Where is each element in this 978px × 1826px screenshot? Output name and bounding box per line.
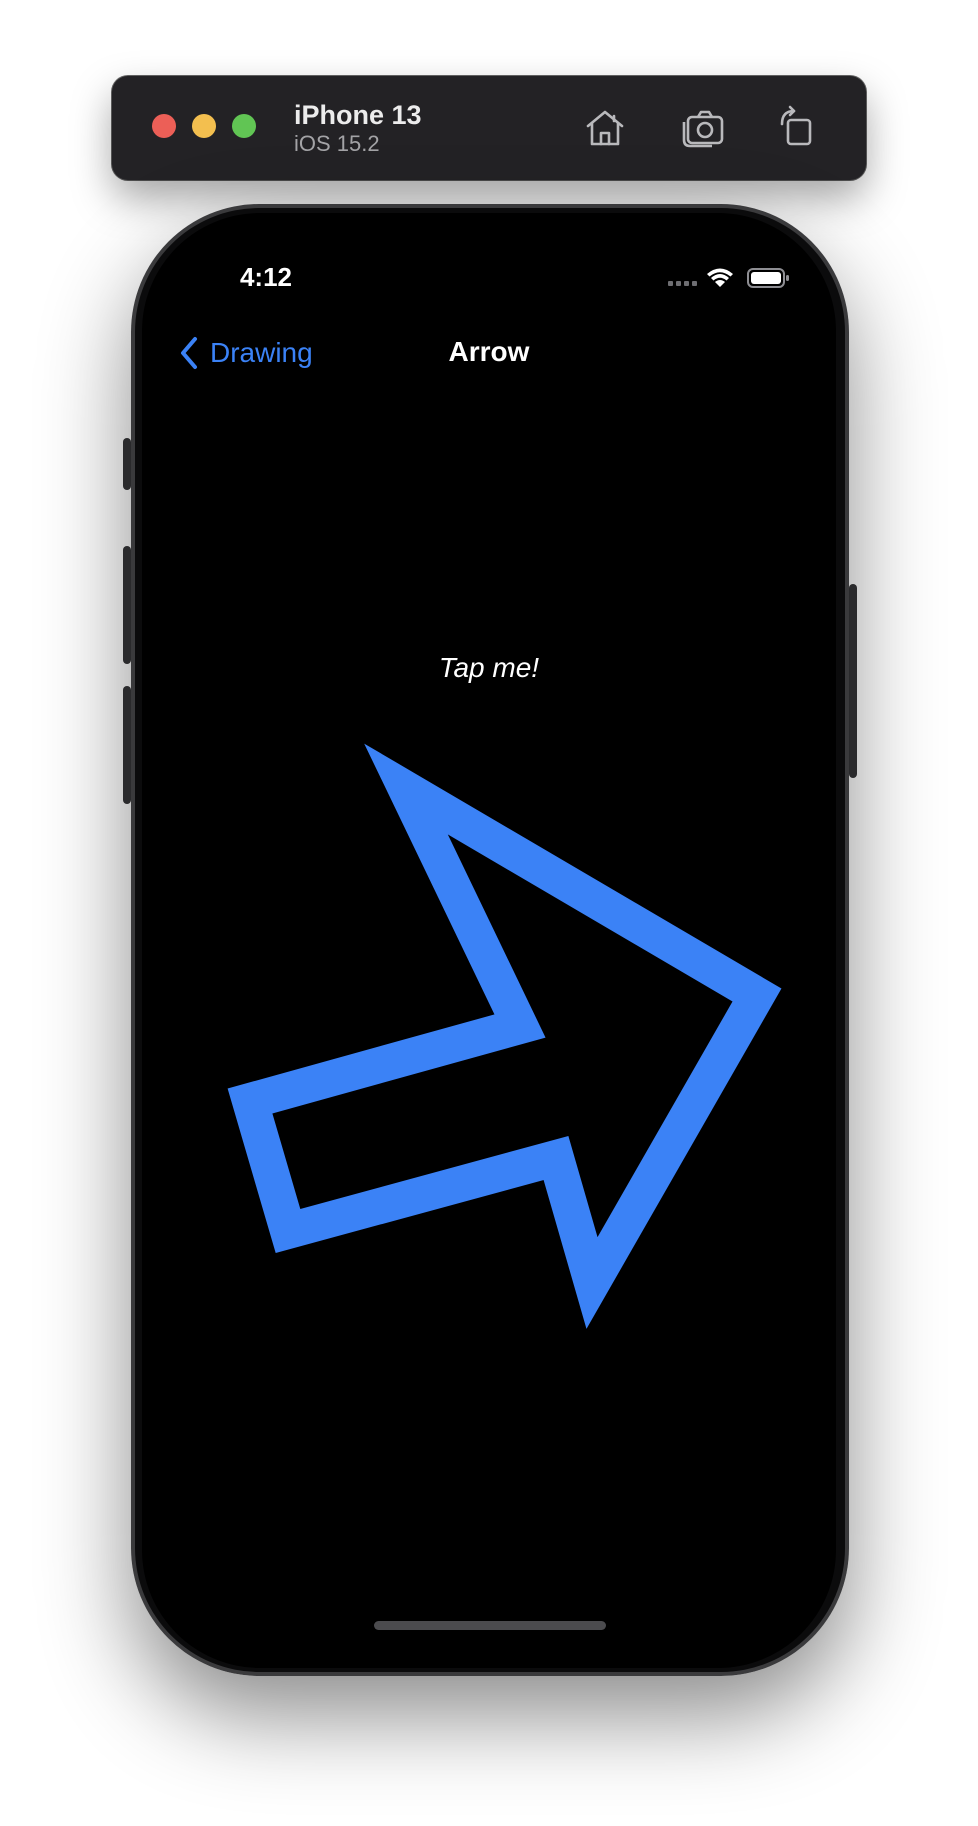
power-button [849,584,857,778]
arrow-outline[interactable] [227,743,782,1329]
device-name: iPhone 13 [294,100,422,130]
volume-down-button [123,686,131,804]
screenshot-icon[interactable] [682,104,728,150]
zoom-window-button[interactable] [232,114,256,138]
home-icon[interactable] [582,104,628,150]
device-screen: 4:12 Drawing Arrow Tap me! [142,213,836,1668]
close-window-button[interactable] [152,114,176,138]
volume-up-button [123,546,131,664]
minimize-window-button[interactable] [192,114,216,138]
device-os-version: iOS 15.2 [294,131,380,156]
rotate-icon[interactable] [774,104,820,150]
simulator-toolbar [112,76,866,180]
mute-switch [123,438,131,490]
arrow-shape[interactable] [142,213,836,1668]
home-indicator[interactable] [374,1621,606,1630]
